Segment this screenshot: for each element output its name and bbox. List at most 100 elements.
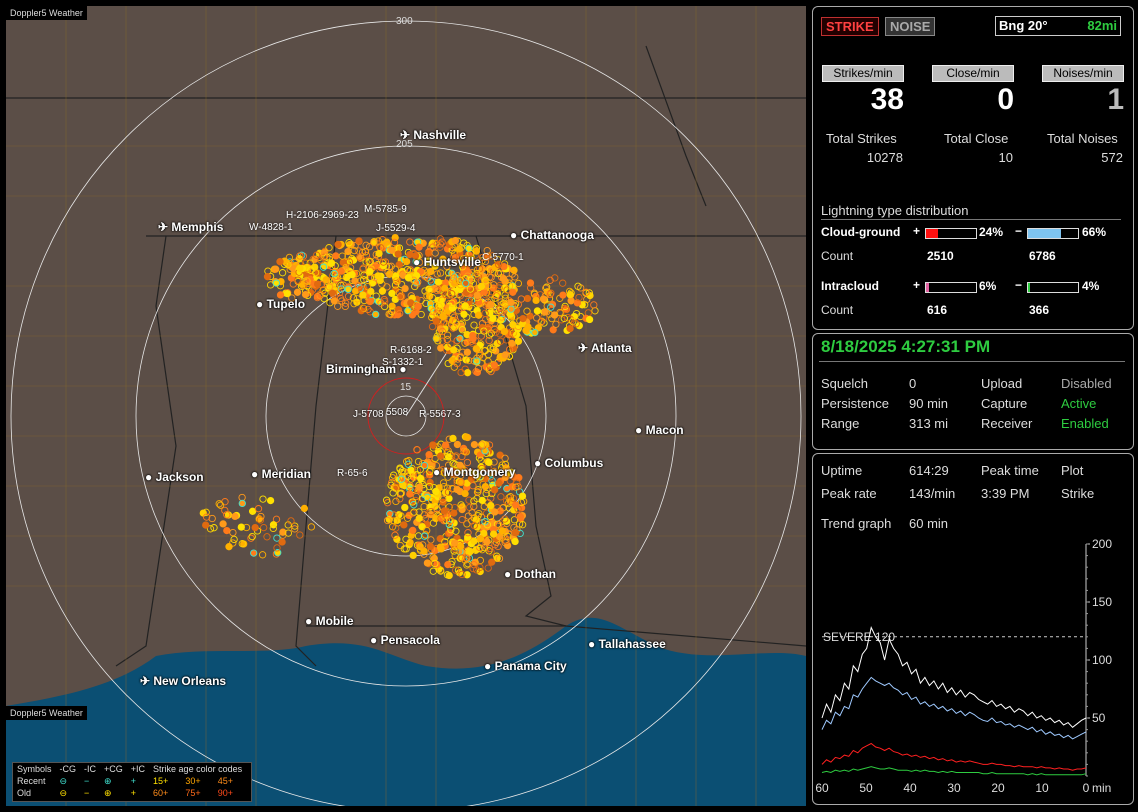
city-panama-city[interactable]: ● Panama City <box>484 659 567 673</box>
city-macon[interactable]: ● Macon <box>635 423 684 437</box>
station-label: J-5708 <box>353 409 384 420</box>
strike-marker <box>374 272 382 280</box>
strike-marker <box>250 549 258 557</box>
strike-marker <box>393 535 401 543</box>
strike-marker <box>229 528 237 537</box>
city-tallahassee[interactable]: ● Tallahassee <box>588 637 666 651</box>
strike-marker <box>423 559 432 567</box>
y-tick-label: 100 <box>1092 653 1112 667</box>
trend-graph-value[interactable]: 60 min <box>909 516 948 531</box>
city-jackson[interactable]: ● Jackson <box>145 470 204 484</box>
strike-marker <box>258 551 267 559</box>
strike-marker <box>300 504 309 513</box>
city-montgomery[interactable]: ● Montgomery <box>433 465 516 479</box>
plus-sign: + <box>913 278 921 292</box>
city-tupelo[interactable]: ● Tupelo <box>256 297 305 311</box>
strike-marker <box>461 489 469 498</box>
strike-marker <box>426 542 435 551</box>
strike-marker <box>337 267 345 275</box>
city-memphis[interactable]: ✈ Memphis <box>158 220 223 234</box>
city-nashville[interactable]: ✈ Nashville <box>400 128 466 142</box>
city-meridian[interactable]: ● Meridian <box>251 467 311 481</box>
strike-marker <box>434 278 442 286</box>
strike-marker <box>409 551 417 560</box>
city-pensacola[interactable]: ● Pensacola <box>370 633 440 647</box>
strike-marker <box>436 543 445 551</box>
strike-marker <box>259 495 267 503</box>
receiver-value[interactable]: Enabled <box>1061 416 1109 431</box>
cg-positive-count: 2510 <box>927 249 954 263</box>
squelch-value[interactable]: 0 <box>909 376 916 391</box>
total-strikes-label: Total Strikes <box>826 131 897 146</box>
strike-marker <box>462 433 471 441</box>
city-columbus[interactable]: ● Columbus <box>534 456 603 470</box>
settings-panel: 8/18/2025 4:27:31 PM Squelch 0 Upload Di… <box>812 333 1134 450</box>
ic-negative-pct: 4% <box>1082 279 1100 293</box>
city-mobile[interactable]: ● Mobile <box>305 614 354 628</box>
strikes-per-min-value: 38 <box>870 83 904 116</box>
strike-marker <box>470 537 478 545</box>
ic-negative-bar <box>1027 282 1079 293</box>
city-new-orleans[interactable]: ✈ New Orleans <box>140 674 226 688</box>
strike-marker <box>272 279 280 287</box>
strike-marker <box>402 257 411 266</box>
strike-marker <box>414 302 422 311</box>
neg-ic-icon: − <box>84 776 90 786</box>
pos-ic-icon: + <box>130 788 137 798</box>
strike-marker <box>517 295 525 303</box>
station-label: 5508 <box>386 407 409 418</box>
intracloud-label: Intracloud <box>821 279 880 293</box>
strike-marker <box>332 252 340 260</box>
strike-marker <box>394 250 402 258</box>
strike-marker <box>511 537 519 546</box>
cloud-ground-label: Cloud-ground <box>821 225 901 239</box>
strike-indicator[interactable]: STRIKE <box>821 17 879 36</box>
strikes-per-min-button[interactable]: Strikes/min <box>822 65 904 82</box>
strike-marker <box>418 523 426 531</box>
capture-value[interactable]: Active <box>1061 396 1096 411</box>
brand-label-bottom: Doppler5 Weather <box>6 706 87 720</box>
datetime-display: 8/18/2025 4:27:31 PM <box>821 337 991 356</box>
city-dothan[interactable]: ● Dothan <box>504 567 556 581</box>
strike-marker <box>526 279 535 287</box>
strike-marker <box>432 487 440 496</box>
cg-negative-count: 6786 <box>1029 249 1056 263</box>
strike-marker <box>202 521 210 529</box>
strike-marker <box>475 311 483 319</box>
strike-marker <box>458 515 466 524</box>
strike-marker <box>400 521 408 529</box>
cg-negative-pct: 66% <box>1082 225 1107 239</box>
range-label: Range <box>821 416 860 431</box>
noises-per-min-button[interactable]: Noises/min <box>1042 65 1124 82</box>
strike-marker <box>451 551 459 560</box>
strike-marker <box>238 499 246 508</box>
strike-marker <box>251 523 259 532</box>
lightning-map[interactable]: Doppler5 Weather Doppler5 Weather 300 20… <box>6 6 806 806</box>
strike-marker <box>412 272 421 280</box>
strike-marker <box>263 533 271 541</box>
cg-positive-pct: 24% <box>979 225 1004 239</box>
range-value[interactable]: 313 mi <box>909 416 948 431</box>
neg-cg-icon: ⊖ <box>59 776 68 786</box>
upload-value[interactable]: Disabled <box>1061 376 1112 391</box>
strike-marker <box>466 547 474 556</box>
strike-marker <box>406 490 414 498</box>
strike-marker <box>230 535 238 544</box>
strike-marker <box>199 509 207 517</box>
city-huntsville[interactable]: ● Huntsville <box>413 255 481 269</box>
strike-marker <box>480 502 488 511</box>
strike-marker <box>463 369 472 377</box>
strike-marker <box>489 314 497 323</box>
x-tick-label: 40 <box>903 781 917 795</box>
close-per-min-button[interactable]: Close/min <box>932 65 1014 82</box>
strike-marker <box>266 496 275 505</box>
strike-marker <box>461 302 469 310</box>
noise-indicator[interactable]: NOISE <box>885 17 936 36</box>
persistence-value[interactable]: 90 min <box>909 396 948 411</box>
strike-marker <box>406 238 414 246</box>
plot-value[interactable]: Strike <box>1061 486 1094 501</box>
ic-positive-count: 616 <box>927 303 948 317</box>
strike-marker <box>514 337 523 345</box>
city-atlanta[interactable]: ✈ Atlanta <box>578 341 632 355</box>
city-chattanooga[interactable]: ● Chattanooga <box>510 228 594 242</box>
